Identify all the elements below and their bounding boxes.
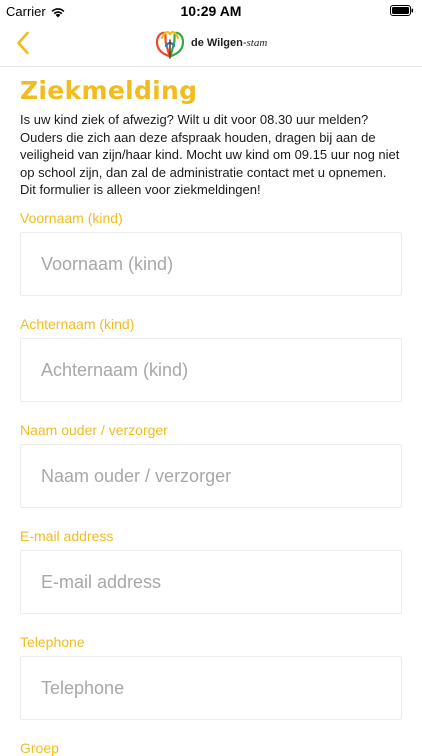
telephone-label: Telephone [20,634,85,650]
last-name-input[interactable] [20,338,402,402]
chevron-left-icon [17,31,29,55]
group-label: Groep [20,740,59,756]
status-bar: Carrier 10:29 AM [0,0,422,22]
first-name-label: Voornaam (kind) [20,210,123,226]
parent-name-input[interactable] [20,444,402,508]
intro-text: Is uw kind ziek of afwezig? Wilt u dit v… [20,112,400,198]
first-name-input[interactable] [20,232,402,296]
status-time: 10:29 AM [180,3,242,19]
email-input[interactable] [20,550,402,614]
tree-logo-icon [155,31,185,59]
school-logo: de Wilgen-stam [153,26,269,60]
email-label: E-mail address [20,528,114,544]
navigation-bar: de Wilgen-stam [0,22,422,67]
telephone-input[interactable] [20,656,402,720]
back-button[interactable] [8,28,38,58]
battery-icon [390,5,414,16]
last-name-label: Achternaam (kind) [20,316,135,332]
page-title: Ziekmelding [20,76,198,105]
parent-name-label: Naam ouder / verzorger [20,422,168,438]
logo-text: de Wilgen-stam [191,37,268,49]
form-content: Ziekmelding Is uw kind ziek of afwezig? … [20,66,402,199]
logo-text-script: stam [246,37,268,49]
logo-text-bold: de Wilgen [191,37,243,49]
